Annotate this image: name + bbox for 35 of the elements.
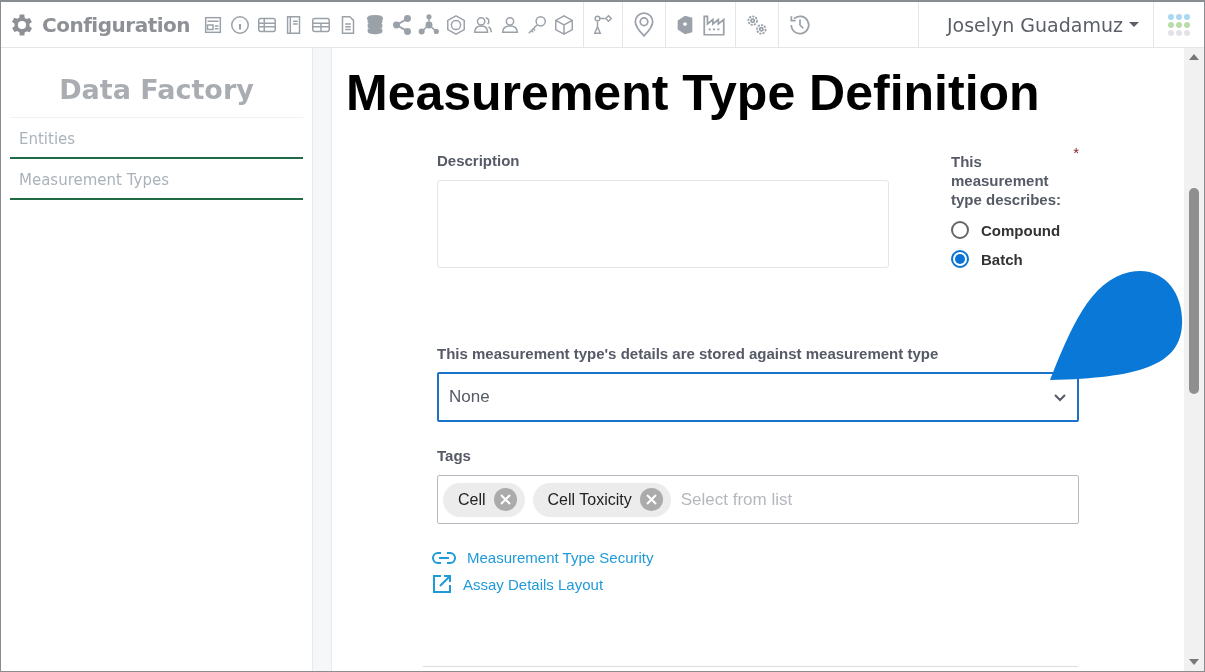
apps-grid-icon[interactable] [1167, 12, 1191, 37]
field-label: Description [437, 152, 521, 169]
external-link-icon [432, 574, 452, 594]
description-field[interactable] [437, 180, 889, 268]
scrollbar[interactable] [1184, 48, 1204, 671]
tag-chip: Cell Toxicity [532, 482, 671, 517]
field-label: This measurement type describes: [951, 152, 1063, 209]
workflow-icon[interactable] [592, 13, 615, 36]
radio-button[interactable] [951, 250, 969, 268]
page-title: Measurement Type Definition [346, 64, 1041, 122]
tags-field[interactable]: Cell Cell Toxicity Select from list [437, 475, 1079, 524]
required-mark: * [1073, 144, 1079, 163]
radio-label[interactable]: Compound [981, 221, 1061, 239]
key-icon[interactable] [526, 13, 549, 36]
share-icon[interactable] [391, 13, 414, 36]
radio-button[interactable] [951, 221, 969, 239]
chevron-down-icon [1053, 392, 1067, 402]
link-icon [432, 550, 456, 565]
caret-icon [1129, 22, 1139, 27]
radio-label[interactable]: Batch [981, 250, 1023, 268]
remove-tag-icon[interactable] [493, 488, 517, 511]
info-icon[interactable] [229, 13, 252, 36]
app-title: Configuration [42, 12, 191, 37]
hexagon-icon[interactable] [445, 13, 468, 36]
tag-chip: Cell [443, 482, 525, 517]
user-menu[interactable]: Joselyn Guadamuz [917, 2, 1154, 47]
link[interactable]: Measurement Type Security [432, 549, 1079, 566]
network-icon[interactable] [418, 13, 441, 36]
field-label: This measurement type's details are stored against measurement type [437, 345, 940, 362]
field-label: Tags [437, 447, 472, 464]
sidebar-title: Data Factory [10, 48, 303, 118]
remove-tag-icon[interactable] [639, 488, 663, 511]
cube-icon[interactable] [553, 13, 576, 36]
measurement-type-dropdown[interactable]: None [437, 372, 1079, 422]
link[interactable]: Assay Details Layout [432, 574, 1079, 594]
